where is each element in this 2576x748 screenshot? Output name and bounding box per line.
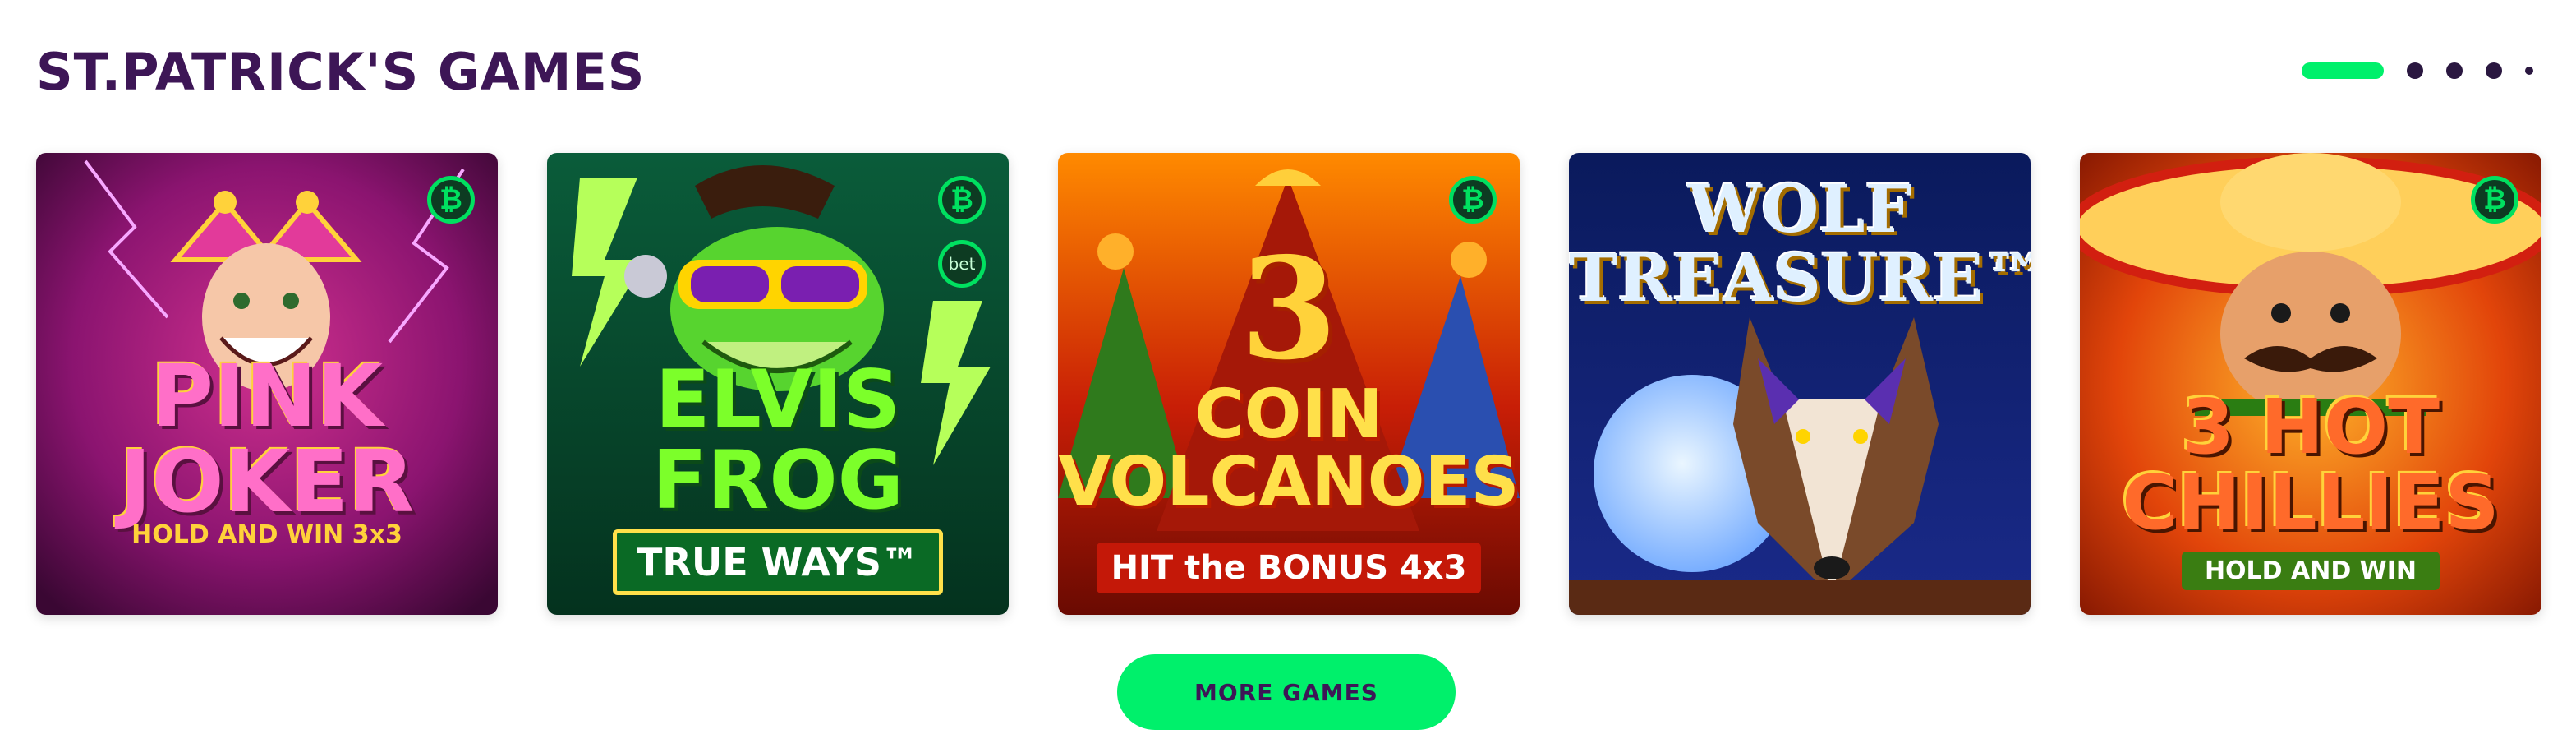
game-card-pink-joker[interactable]: ₿ PINK JOKER HOLD AND WIN 3x3 bbox=[36, 153, 498, 615]
game-title: WOLF TREASURE™ bbox=[1569, 170, 2031, 316]
section-title: ST.PATRICK'S GAMES bbox=[36, 42, 646, 102]
game-card-wolf-treasure[interactable]: WOLF TREASURE™ bbox=[1569, 153, 2031, 615]
game-subtitle: TRUE WAYS™ bbox=[613, 529, 943, 595]
game-subtitle: HIT the BONUS 4x3 bbox=[1096, 543, 1482, 593]
pager-dot-active[interactable] bbox=[2302, 62, 2384, 79]
game-title: ELVIS FROG bbox=[651, 353, 904, 528]
game-card-elvis-frog[interactable]: ₿ bet ELVIS FROG TRUE WAYS™ bbox=[547, 153, 1009, 615]
bitcoin-icon: ₿ bbox=[427, 176, 475, 224]
pager-dot[interactable] bbox=[2446, 62, 2463, 79]
game-title-number: 3 bbox=[1240, 227, 1338, 391]
games-carousel: ₿ PINK JOKER HOLD AND WIN 3x3 ₿ bet ELVI… bbox=[36, 153, 2542, 615]
game-card-coin-volcanoes[interactable]: ₿ 3 COIN VOLCANOES HIT the BONUS 4x3 bbox=[1058, 153, 1520, 615]
bitcoin-icon: ₿ bbox=[2471, 176, 2518, 224]
game-subtitle: HOLD AND WIN 3x3 bbox=[131, 520, 402, 549]
game-title: COIN VOLCANOES bbox=[1058, 376, 1520, 521]
game-subtitle-wrap: HIT the BONUS 4x3 bbox=[1058, 543, 1520, 593]
game-card-hot-chillies[interactable]: ₿ 3 HOT CHILLIES HOLD AND WIN bbox=[2080, 153, 2542, 615]
game-title: PINK JOKER bbox=[119, 346, 415, 532]
pager-dot[interactable] bbox=[2486, 62, 2502, 79]
game-subtitle-wrap: TRUE WAYS™ bbox=[547, 529, 1009, 595]
pager-dot[interactable] bbox=[2407, 62, 2423, 79]
game-subtitle: HOLD AND WIN bbox=[2181, 552, 2440, 590]
carousel-pager bbox=[2302, 62, 2533, 79]
more-games-button[interactable]: MORE GAMES bbox=[1117, 654, 1456, 730]
bitcoin-icon: ₿ bbox=[938, 176, 986, 224]
bet-icon: bet bbox=[938, 240, 986, 288]
pager-dot[interactable] bbox=[2525, 67, 2533, 75]
bitcoin-icon: ₿ bbox=[1449, 176, 1497, 224]
game-title: 3 HOT CHILLIES bbox=[2122, 383, 2500, 547]
game-subtitle-wrap: HOLD AND WIN bbox=[2080, 552, 2542, 590]
